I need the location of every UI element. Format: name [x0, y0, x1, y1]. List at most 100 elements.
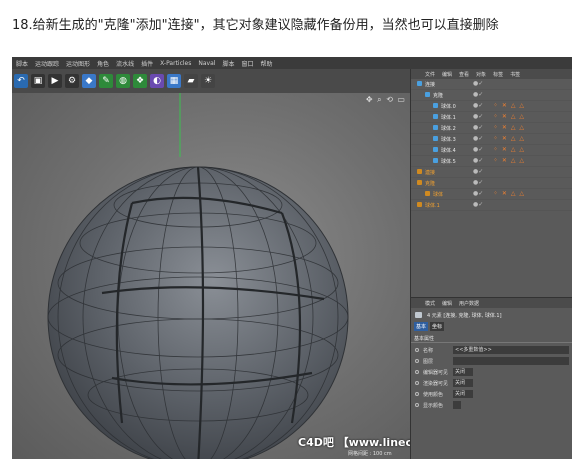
- keyframe-radio[interactable]: [415, 403, 419, 407]
- object-icon: [417, 169, 422, 174]
- render-settings-icon[interactable]: ⚙: [65, 74, 79, 88]
- object-name[interactable]: 球体: [433, 191, 443, 198]
- object-row[interactable]: 球体 ●✓ ⁘ ✕ △ △: [411, 189, 572, 200]
- object-tags[interactable]: ⁘ ✕ △ △: [493, 190, 525, 197]
- menu-bar: 脚本 运动跟踪 运动图形 角色 流水线 插件 X-Particles Naval…: [12, 57, 572, 69]
- visibility-flags[interactable]: ●✓: [473, 113, 483, 120]
- keyframe-radio[interactable]: [415, 348, 419, 352]
- object-tags[interactable]: ⁘ ✕ △ △: [493, 157, 525, 164]
- visibility-flags[interactable]: ●✓: [473, 179, 483, 186]
- menu-item[interactable]: 脚本: [16, 59, 28, 68]
- om-menu-item[interactable]: 编辑: [442, 71, 452, 78]
- attribute-label: 图层: [423, 359, 434, 365]
- object-tags[interactable]: ⁘ ✕ △ △: [493, 146, 525, 153]
- camera-icon[interactable]: ▰: [184, 74, 198, 88]
- keyframe-radio[interactable]: [415, 370, 419, 374]
- cloner-icon[interactable]: ❖: [133, 74, 147, 88]
- menu-item[interactable]: X-Particles: [160, 60, 191, 67]
- deformer-icon[interactable]: ◐: [150, 74, 164, 88]
- object-name[interactable]: 球体.2: [441, 125, 456, 132]
- attribute-label: 名称: [423, 348, 434, 354]
- object-name[interactable]: 球体.0: [441, 103, 456, 110]
- om-menu-item[interactable]: 书签: [510, 71, 520, 78]
- menu-item[interactable]: Naval: [198, 60, 215, 67]
- object-name[interactable]: 球体.1: [425, 202, 440, 209]
- keyframe-radio[interactable]: [415, 359, 419, 363]
- light-icon[interactable]: ☀: [201, 74, 215, 88]
- cube-icon[interactable]: ◆: [82, 74, 96, 88]
- visibility-flags[interactable]: ●✓: [473, 124, 483, 131]
- object-name[interactable]: 球体.5: [441, 158, 456, 165]
- attribute-checkbox[interactable]: [453, 401, 461, 409]
- visibility-flags[interactable]: ●✓: [473, 201, 483, 208]
- keyframe-radio[interactable]: [415, 392, 419, 396]
- visibility-flags[interactable]: ●✓: [473, 135, 483, 142]
- object-row[interactable]: 球体.0 ●✓ ⁘ ✕ △ △: [411, 101, 572, 112]
- visibility-flags[interactable]: ●✓: [473, 190, 483, 197]
- render-region-icon[interactable]: ▣: [31, 74, 45, 88]
- om-menu-item[interactable]: 文件: [425, 71, 435, 78]
- keyframe-radio[interactable]: [415, 381, 419, 385]
- object-name[interactable]: 克隆: [433, 92, 443, 99]
- menu-item[interactable]: 帮助: [260, 59, 272, 68]
- object-icon: [417, 202, 422, 207]
- om-menu-item[interactable]: 对象: [476, 71, 486, 78]
- selection-title: 4 元素 [连接, 克隆, 球体, 球体.1]: [427, 313, 502, 319]
- menu-item[interactable]: 运动图形: [66, 59, 90, 68]
- object-row[interactable]: 球体.4 ●✓ ⁘ ✕ △ △: [411, 145, 572, 156]
- object-name[interactable]: 连接: [425, 81, 435, 88]
- visibility-flags[interactable]: ●✓: [473, 91, 483, 98]
- am-menu-item[interactable]: 用户数据: [459, 300, 479, 307]
- visibility-flags[interactable]: ●✓: [473, 168, 483, 175]
- 3d-viewport[interactable]: ✥ ⌕ ⟲ ▭: [12, 93, 410, 459]
- tab-basic[interactable]: 基本: [414, 322, 429, 331]
- pen-icon[interactable]: ✎: [99, 74, 113, 88]
- object-tags[interactable]: ⁘ ✕ △ △: [493, 135, 525, 142]
- object-row[interactable]: 球体.1 ●✓ ⁘ ✕ △ △: [411, 112, 572, 123]
- visibility-flags[interactable]: ●✓: [473, 146, 483, 153]
- am-menu-item[interactable]: 模式: [425, 300, 435, 307]
- render-view-icon[interactable]: ▶: [48, 74, 62, 88]
- attribute-value[interactable]: <<多重数值>>: [453, 346, 569, 354]
- visibility-flags[interactable]: ●✓: [473, 80, 483, 87]
- menu-item[interactable]: 角色: [97, 59, 109, 68]
- object-name[interactable]: 球体.3: [441, 136, 456, 143]
- object-name[interactable]: 連接: [425, 169, 435, 176]
- menu-item[interactable]: 脚本: [222, 59, 234, 68]
- object-row[interactable]: 球体.3 ●✓ ⁘ ✕ △ △: [411, 134, 572, 145]
- om-menu-item[interactable]: 标签: [493, 71, 503, 78]
- tab-coord[interactable]: 坐标: [430, 322, 445, 331]
- object-tree: 连接 ●✓ 克隆 ●✓ 球体.0 ●✓ ⁘ ✕ △ △ 球体.1 ●✓ ⁘ ✕ △ △ 球体.2 ●✓…: [411, 79, 572, 211]
- object-row[interactable]: 球体.2 ●✓ ⁘ ✕ △ △: [411, 123, 572, 134]
- object-row[interactable]: 球体.1 ●✓: [411, 200, 572, 211]
- undo-icon[interactable]: ↶: [14, 74, 28, 88]
- object-row[interactable]: 连接 ●✓: [411, 79, 572, 90]
- object-name[interactable]: 克隆: [425, 180, 435, 187]
- visibility-flags[interactable]: ●✓: [473, 102, 483, 109]
- attribute-value[interactable]: 关闭: [453, 368, 473, 376]
- attribute-value[interactable]: 关闭: [453, 379, 473, 387]
- visibility-flags[interactable]: ●✓: [473, 157, 483, 164]
- attribute-row: 显示颜色: [411, 401, 572, 410]
- om-menu-item[interactable]: 查看: [459, 71, 469, 78]
- attribute-label: 渲染器可见: [423, 381, 449, 387]
- am-menu-item[interactable]: 编辑: [442, 300, 452, 307]
- object-row[interactable]: 球体.5 ●✓ ⁘ ✕ △ △: [411, 156, 572, 167]
- object-row[interactable]: 克隆 ●✓: [411, 178, 572, 189]
- floor-icon[interactable]: ▦: [167, 74, 181, 88]
- object-row[interactable]: 克隆 ●✓: [411, 90, 572, 101]
- object-tags[interactable]: ⁘ ✕ △ △: [493, 124, 525, 131]
- menu-item[interactable]: 窗口: [241, 59, 253, 68]
- object-tags[interactable]: ⁘ ✕ △ △: [493, 102, 525, 109]
- menu-item[interactable]: 运动跟踪: [35, 59, 59, 68]
- menu-item[interactable]: 流水线: [116, 59, 134, 68]
- object-name[interactable]: 球体.4: [441, 147, 456, 154]
- object-name[interactable]: 球体.1: [441, 114, 456, 121]
- object-manager: 文件 编辑 查看 对象 标签 书签 连接 ●✓ 克隆 ●✓ 球体.0 ●✓ ⁘ ✕ △ △ 球…: [410, 69, 572, 297]
- menu-item[interactable]: 插件: [141, 59, 153, 68]
- object-tags[interactable]: ⁘ ✕ △ △: [493, 113, 525, 120]
- attribute-value[interactable]: [453, 357, 569, 365]
- attribute-value[interactable]: 关闭: [453, 390, 473, 398]
- subdivision-icon[interactable]: ◍: [116, 74, 130, 88]
- object-row[interactable]: 連接 ●✓: [411, 167, 572, 178]
